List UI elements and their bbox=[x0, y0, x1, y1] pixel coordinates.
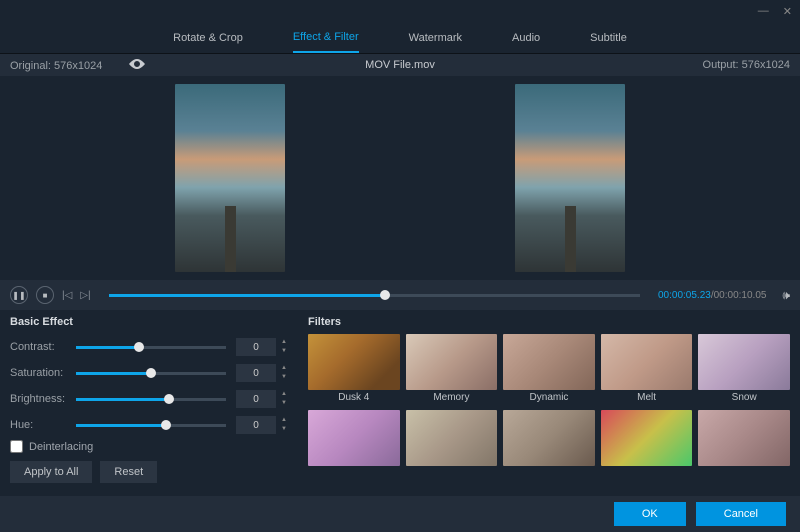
contrast-input[interactable] bbox=[236, 338, 276, 356]
preview-row bbox=[0, 76, 800, 280]
original-preview bbox=[175, 84, 285, 272]
info-row: Original: 576x1024 MOV File.mov Output: … bbox=[0, 54, 800, 76]
original-size-label: Original: 576x1024 bbox=[10, 60, 102, 72]
saturation-up[interactable]: ▲ bbox=[278, 364, 290, 373]
hue-down[interactable]: ▼ bbox=[278, 425, 290, 434]
filter-label: Memory bbox=[406, 392, 498, 404]
filter-item[interactable] bbox=[406, 410, 498, 466]
filter-memory[interactable] bbox=[406, 334, 498, 390]
tab-subtitle[interactable]: Subtitle bbox=[590, 24, 627, 52]
filter-snow[interactable] bbox=[698, 334, 790, 390]
hue-up[interactable]: ▲ bbox=[278, 416, 290, 425]
filter-label: Dynamic bbox=[503, 392, 595, 404]
reset-button[interactable]: Reset bbox=[100, 461, 157, 483]
next-frame-button[interactable]: ▷| bbox=[80, 290, 90, 301]
filter-label: Snow bbox=[698, 392, 790, 404]
filter-melt[interactable] bbox=[601, 334, 693, 390]
saturation-slider[interactable] bbox=[76, 372, 226, 375]
contrast-label: Contrast: bbox=[10, 341, 76, 353]
filters-panel: Filters Dusk 4 Memory Dynamic Melt Snow bbox=[308, 316, 790, 486]
filter-item[interactable] bbox=[601, 410, 693, 466]
deinterlacing-label: Deinterlacing bbox=[29, 441, 93, 453]
saturation-down[interactable]: ▼ bbox=[278, 373, 290, 382]
cancel-button[interactable]: Cancel bbox=[696, 502, 786, 526]
filter-item[interactable] bbox=[698, 410, 790, 466]
filter-label: Dusk 4 bbox=[308, 392, 400, 404]
stop-button[interactable]: ■ bbox=[36, 286, 54, 304]
playback-controls: ❚❚ ■ |◁ ▷| 00:00:05.23/00:00:10.05 🕪 bbox=[0, 280, 800, 310]
contrast-slider[interactable] bbox=[76, 346, 226, 349]
minimize-button[interactable]: — bbox=[758, 5, 769, 17]
footer: OK Cancel bbox=[0, 496, 800, 532]
saturation-label: Saturation: bbox=[10, 367, 76, 379]
prev-frame-button[interactable]: |◁ bbox=[62, 290, 72, 301]
close-button[interactable]: ✕ bbox=[783, 5, 792, 18]
brightness-slider[interactable] bbox=[76, 398, 226, 401]
brightness-up[interactable]: ▲ bbox=[278, 390, 290, 399]
basic-effect-panel: Basic Effect Contrast: ▲▼ Saturation: ▲▼… bbox=[10, 316, 290, 486]
hue-slider[interactable] bbox=[76, 424, 226, 427]
filter-dusk4[interactable] bbox=[308, 334, 400, 390]
tab-bar: Rotate & Crop Effect & Filter Watermark … bbox=[0, 22, 800, 54]
filters-heading: Filters bbox=[308, 316, 790, 328]
saturation-input[interactable] bbox=[236, 364, 276, 382]
contrast-down[interactable]: ▼ bbox=[278, 347, 290, 356]
basic-effect-heading: Basic Effect bbox=[10, 316, 290, 328]
tab-watermark[interactable]: Watermark bbox=[409, 24, 462, 52]
brightness-down[interactable]: ▼ bbox=[278, 399, 290, 408]
tab-effect-filter[interactable]: Effect & Filter bbox=[293, 23, 359, 53]
hue-label: Hue: bbox=[10, 419, 76, 431]
brightness-input[interactable] bbox=[236, 390, 276, 408]
filter-dynamic[interactable] bbox=[503, 334, 595, 390]
contrast-up[interactable]: ▲ bbox=[278, 338, 290, 347]
hue-input[interactable] bbox=[236, 416, 276, 434]
apply-to-all-button[interactable]: Apply to All bbox=[10, 461, 92, 483]
timecode: 00:00:05.23/00:00:10.05 bbox=[658, 290, 766, 301]
seek-handle[interactable] bbox=[380, 290, 390, 300]
seek-slider[interactable] bbox=[109, 294, 640, 297]
filename-label: MOV File.mov bbox=[365, 59, 435, 71]
preview-toggle-icon[interactable] bbox=[129, 60, 145, 72]
tab-rotate-crop[interactable]: Rotate & Crop bbox=[173, 24, 243, 52]
volume-icon[interactable]: 🕪 bbox=[782, 288, 790, 303]
filter-item[interactable] bbox=[503, 410, 595, 466]
tab-audio[interactable]: Audio bbox=[512, 24, 540, 52]
brightness-label: Brightness: bbox=[10, 393, 76, 405]
pause-button[interactable]: ❚❚ bbox=[10, 286, 28, 304]
filter-label: Melt bbox=[601, 392, 693, 404]
output-preview bbox=[515, 84, 625, 272]
output-size-label: Output: 576x1024 bbox=[703, 59, 790, 71]
filter-item[interactable] bbox=[308, 410, 400, 466]
deinterlacing-checkbox[interactable] bbox=[10, 440, 23, 453]
ok-button[interactable]: OK bbox=[614, 502, 686, 526]
